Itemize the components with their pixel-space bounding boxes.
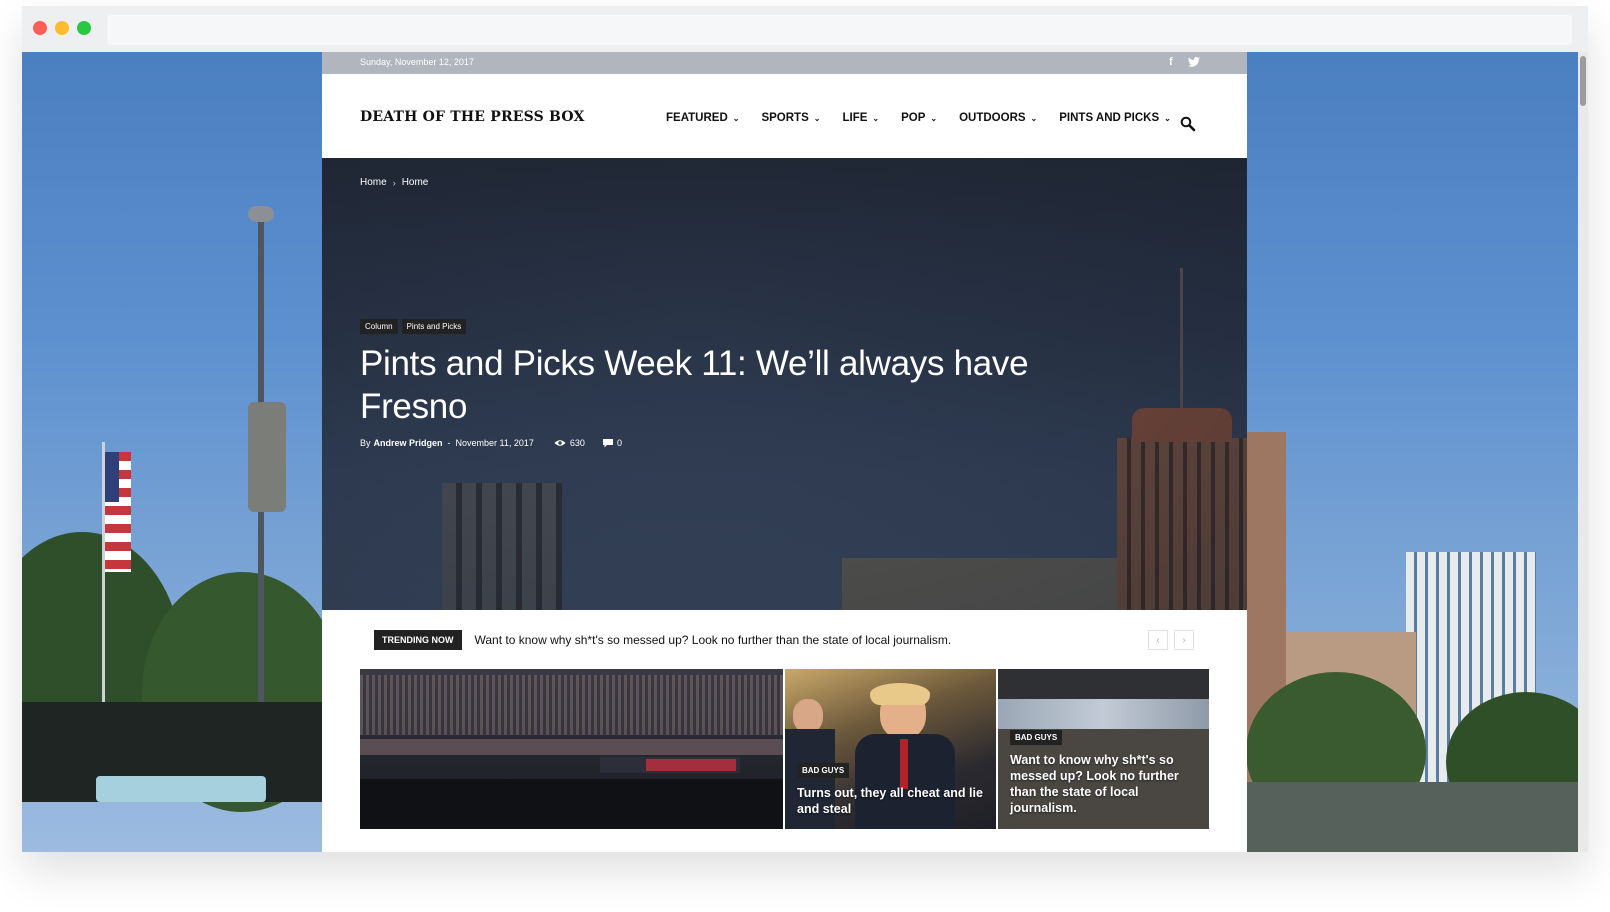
breadcrumb-current[interactable]: Home	[402, 177, 429, 188]
trending-next-button[interactable]: ›	[1174, 630, 1194, 650]
tile-category-tag[interactable]: BAD GUYS	[1010, 730, 1063, 745]
chevron-left-icon: ‹	[1156, 634, 1160, 646]
tile-category-tag[interactable]: BAD GUYS	[797, 763, 850, 778]
nav-item-label: SPORTS	[761, 112, 809, 124]
site-logo[interactable]: DEATH OF THE PRESS BOX	[360, 109, 585, 125]
trending-headline-link[interactable]: Want to know why sh*t's so messed up? Lo…	[475, 633, 952, 647]
maximize-window-button[interactable]	[77, 21, 91, 35]
eye-icon	[554, 440, 566, 446]
background-scenery-right	[1246, 52, 1588, 852]
nav-item-label: LIFE	[842, 112, 868, 124]
byline-prefix: By	[360, 438, 371, 448]
view-count-value: 630	[569, 438, 585, 448]
browser-titlebar	[22, 6, 1588, 52]
site-page: Sunday, November 12, 2017 f DEATH OF THE…	[322, 52, 1247, 852]
chevron-down-icon: ⌄	[732, 113, 740, 123]
breadcrumb-separator-icon: ›	[392, 177, 396, 188]
facebook-icon[interactable]: f	[1169, 56, 1173, 68]
background-scenery-left	[22, 52, 342, 852]
chevron-down-icon: ⌄	[872, 113, 880, 123]
address-bar[interactable]	[107, 15, 1572, 45]
tile-title[interactable]: Want to know why sh*t's so messed up? Lo…	[1010, 752, 1200, 816]
author-link[interactable]: Andrew Pridgen	[374, 438, 443, 448]
hero-featured-post[interactable]: Home › Home Column Pints and Picks Pints…	[322, 158, 1247, 610]
chevron-down-icon: ⌄	[930, 113, 938, 123]
page-viewport: Sunday, November 12, 2017 f DEATH OF THE…	[22, 52, 1588, 852]
twitter-icon[interactable]	[1188, 57, 1200, 70]
nav-item-sports[interactable]: SPORTS ⌄	[761, 112, 820, 124]
category-tag-column[interactable]: Column	[360, 319, 398, 334]
search-icon[interactable]	[1180, 116, 1198, 134]
site-header: DEATH OF THE PRESS BOX FEATURED ⌄ SPORTS ⌄…	[322, 74, 1247, 158]
featured-tile-stadium[interactable]	[360, 669, 783, 829]
category-tag-pints-and-picks[interactable]: Pints and Picks	[401, 319, 467, 334]
featured-tiles-grid: BAD GUYS Turns out, they all cheat and l…	[360, 669, 1209, 829]
trending-now-label: TRENDING NOW	[374, 630, 462, 650]
featured-tile-cheat-lie-steal[interactable]: BAD GUYS Turns out, they all cheat and l…	[785, 669, 996, 829]
nav-item-life[interactable]: LIFE ⌄	[842, 112, 879, 124]
nav-item-label: OUTDOORS	[959, 112, 1026, 124]
page-scrollbar[interactable]	[1578, 52, 1588, 852]
hero-title[interactable]: Pints and Picks Week 11: We’ll always ha…	[360, 342, 1060, 428]
top-bar-date: Sunday, November 12, 2017	[360, 57, 474, 67]
chevron-down-icon: ⌄	[813, 113, 821, 123]
comment-icon	[602, 438, 613, 447]
nav-item-outdoors[interactable]: OUTDOORS ⌄	[959, 112, 1037, 124]
chevron-right-icon: ›	[1182, 634, 1186, 646]
post-meta: By Andrew Pridgen - November 11, 2017 63…	[360, 438, 622, 448]
nav-item-label: PINTS AND PICKS	[1059, 112, 1160, 124]
view-count: 630	[554, 438, 585, 448]
scrollbar-thumb[interactable]	[1580, 56, 1586, 106]
chevron-down-icon: ⌄	[1030, 113, 1038, 123]
category-tags: Column Pints and Picks	[360, 319, 467, 334]
trending-prev-button[interactable]: ‹	[1148, 630, 1168, 650]
top-bar: Sunday, November 12, 2017 f	[322, 52, 1247, 74]
close-window-button[interactable]	[33, 21, 47, 35]
nav-item-label: POP	[901, 112, 926, 124]
main-nav: FEATURED ⌄ SPORTS ⌄ LIFE ⌄ POP ⌄ OUTDOORS ⌄	[666, 112, 1193, 124]
post-date: November 11, 2017	[455, 438, 534, 448]
tile-title[interactable]: Turns out, they all cheat and lie and st…	[797, 785, 987, 817]
nav-item-featured[interactable]: FEATURED ⌄	[666, 112, 739, 124]
nav-item-pints-and-picks[interactable]: PINTS AND PICKS ⌄	[1059, 112, 1171, 124]
breadcrumb-home-link[interactable]: Home	[360, 177, 387, 188]
nav-item-label: FEATURED	[666, 112, 728, 124]
minimize-window-button[interactable]	[55, 21, 69, 35]
meta-dash: -	[447, 438, 451, 448]
browser-window: Sunday, November 12, 2017 f DEATH OF THE…	[22, 6, 1588, 852]
comment-count-value: 0	[616, 438, 622, 448]
comment-count[interactable]: 0	[602, 438, 622, 448]
trending-now-bar: TRENDING NOW Want to know why sh*t's so …	[374, 630, 951, 650]
chevron-down-icon: ⌄	[1164, 113, 1171, 123]
featured-tile-local-journalism[interactable]: BAD GUYS Want to know why sh*t's so mess…	[998, 669, 1209, 829]
breadcrumb: Home › Home	[360, 177, 428, 188]
nav-item-pop[interactable]: POP ⌄	[901, 112, 937, 124]
